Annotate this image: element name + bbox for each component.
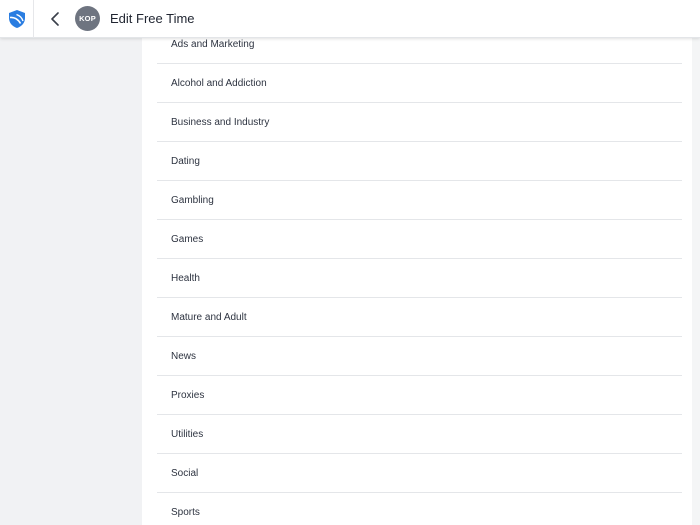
list-item-mature-and-adult[interactable]: Mature and Adult	[157, 298, 682, 337]
logo[interactable]	[0, 0, 34, 38]
list-item-sports[interactable]: Sports	[157, 493, 682, 525]
list-item-business-and-industry[interactable]: Business and Industry	[157, 103, 682, 142]
list-item-utilities[interactable]: Utilities	[157, 415, 682, 454]
list-item-proxies[interactable]: Proxies	[157, 376, 682, 415]
list-item-gambling[interactable]: Gambling	[157, 181, 682, 220]
list-item-dating[interactable]: Dating	[157, 142, 682, 181]
back-button[interactable]	[46, 9, 64, 29]
sidebar	[0, 38, 142, 525]
list-item-ads-and-marketing[interactable]: Ads and Marketing	[157, 38, 682, 64]
avatar[interactable]: KOP	[75, 6, 100, 31]
list-item-social[interactable]: Social	[157, 454, 682, 493]
shield-logo-icon	[8, 10, 25, 28]
category-list: Ads and Marketing Alcohol and Addiction …	[157, 38, 682, 525]
list-item-alcohol-and-addiction[interactable]: Alcohol and Addiction	[157, 64, 682, 103]
chevron-left-icon	[51, 12, 59, 26]
scrollbar-track[interactable]	[692, 38, 700, 525]
top-bar: KOP Edit Free Time	[0, 0, 700, 38]
list-item-games[interactable]: Games	[157, 220, 682, 259]
page-title: Edit Free Time	[110, 11, 195, 26]
list-item-news[interactable]: News	[157, 337, 682, 376]
category-panel: Ads and Marketing Alcohol and Addiction …	[142, 38, 700, 525]
list-item-health[interactable]: Health	[157, 259, 682, 298]
